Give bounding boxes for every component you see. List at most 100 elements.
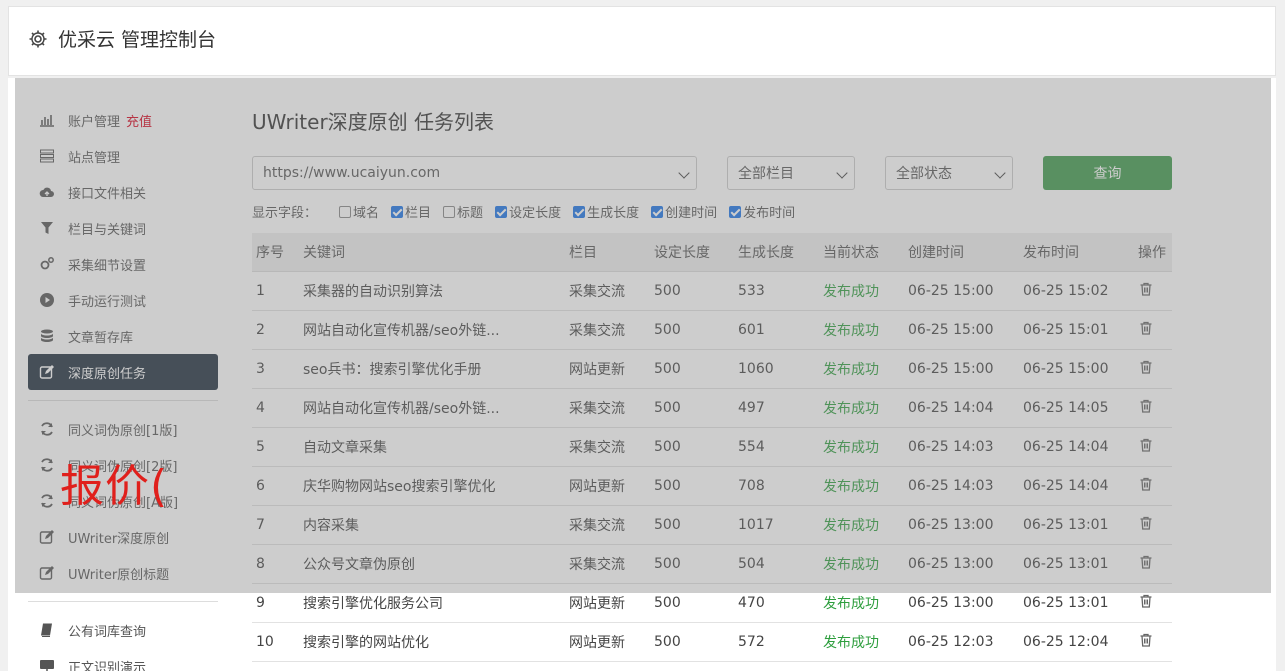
trash-icon[interactable]: [1138, 398, 1154, 414]
filter-icon: [39, 220, 55, 236]
field-checkbox[interactable]: 标题: [443, 202, 483, 221]
table-cell: 06-25 15:01: [1019, 310, 1134, 350]
checkbox-unchecked-icon: [443, 205, 456, 218]
table-row: 7 内容采集 采集交流 500 1017 发布成功 06-25 13:00 06-25 13:…: [252, 505, 1172, 545]
table-cell: 06-25 14:05: [1019, 388, 1134, 428]
sidebar-item[interactable]: 文章暂存库: [28, 318, 218, 354]
refresh-icon: [39, 421, 55, 437]
trash-icon[interactable]: [1138, 554, 1154, 570]
trash-icon[interactable]: [1138, 476, 1154, 492]
table-cell: 7: [252, 505, 299, 545]
table-row: 6 庆华购物网站seo搜索引擎优化 网站更新 500 708 发布成功 06-25 14:0…: [252, 466, 1172, 506]
table-cell: 06-25 15:00: [904, 349, 1019, 389]
table-cell: 发布成功: [819, 310, 904, 350]
field-checkbox-label: 创建时间: [665, 206, 718, 221]
field-checkbox[interactable]: 创建时间: [651, 202, 717, 221]
sidebar-item[interactable]: 站点管理: [28, 138, 218, 174]
table-cell: 4: [252, 388, 299, 428]
status-select[interactable]: 全部状态: [885, 156, 1013, 190]
checkbox-unchecked-icon: [339, 205, 352, 218]
column-header: 发布时间: [1019, 233, 1134, 272]
table-cell: 2: [252, 310, 299, 350]
table-cell: 06-25 14:03: [904, 427, 1019, 467]
sidebar-item-label: 账户管理: [68, 114, 121, 130]
trash-icon[interactable]: [1138, 632, 1154, 648]
table-cell: 内容采集: [299, 505, 565, 545]
column-header: 生成长度: [734, 233, 819, 272]
action-cell: [1134, 271, 1172, 311]
table-cell: 1: [252, 271, 299, 311]
sidebar-divider: [28, 601, 218, 602]
edit-icon: [39, 364, 55, 380]
table-cell: 采集交流: [565, 427, 650, 467]
sidebar-item[interactable]: 深度原创任务: [28, 354, 218, 390]
table-cell: 500: [650, 622, 734, 662]
sidebar-item[interactable]: 采集细节设置: [28, 246, 218, 282]
trash-icon[interactable]: [1138, 437, 1154, 453]
table-cell: 06-25 13:00: [904, 505, 1019, 545]
checkbox-checked-icon: [651, 205, 664, 218]
table-cell: 500: [650, 505, 734, 545]
sidebar-item-label: 栏目与关键词: [68, 222, 147, 238]
site-select[interactable]: https://www.ucaiyun.com: [252, 156, 697, 190]
page-title: UWriter深度原创 任务列表: [252, 110, 495, 134]
table-cell: 06-25 13:01: [1019, 505, 1134, 545]
table-cell: 500: [650, 310, 734, 350]
sidebar-item[interactable]: 正文识别演示: [28, 648, 218, 671]
trash-icon[interactable]: [1138, 281, 1154, 297]
sidebar-item[interactable]: 同义词伪原创[1版]: [28, 411, 218, 447]
table-cell: 500: [650, 544, 734, 584]
field-checkbox[interactable]: 栏目: [391, 202, 431, 221]
table-cell: 采集交流: [565, 271, 650, 311]
table-cell: 10: [252, 622, 299, 662]
column-header: 关键词: [299, 233, 565, 272]
sidebar-item[interactable]: UWriter原创标题: [28, 555, 218, 591]
table-cell: 1060: [734, 349, 819, 389]
trash-icon[interactable]: [1138, 593, 1154, 609]
action-cell: [1134, 388, 1172, 428]
trash-icon[interactable]: [1138, 359, 1154, 375]
table-cell: 网站更新: [565, 622, 650, 662]
recharge-link[interactable]: 充值: [126, 111, 152, 130]
cloud-upload-icon: [39, 184, 55, 200]
column-header: 栏目: [565, 233, 650, 272]
table-cell: 06-25 15:00: [904, 310, 1019, 350]
sidebar-item-label: UWriter原创标题: [68, 567, 170, 583]
filter-bar: https://www.ucaiyun.com 全部栏目 全部状态 查询: [252, 156, 1172, 190]
table-cell: 搜索引擎的网站优化: [299, 622, 565, 662]
sidebar-item[interactable]: 账户管理 充值: [28, 102, 218, 138]
field-checkbox[interactable]: 域名: [339, 202, 379, 221]
field-checkbox-label: 生成长度: [587, 206, 640, 221]
sidebar-item-label: 手动运行测试: [68, 294, 147, 310]
table-cell: 06-25 15:02: [1019, 271, 1134, 311]
action-cell: [1134, 349, 1172, 389]
table-cell: 708: [734, 466, 819, 506]
sidebar-item[interactable]: 公有词库查询: [28, 612, 218, 648]
column-select[interactable]: 全部栏目: [727, 156, 855, 190]
checkbox-checked-icon: [729, 205, 742, 218]
table-row: 1 采集器的自动识别算法 采集交流 500 533 发布成功 06-25 15:00 06-2…: [252, 271, 1172, 311]
table-cell: 发布成功: [819, 427, 904, 467]
table-cell: 06-25 14:03: [904, 466, 1019, 506]
field-checkbox[interactable]: 发布时间: [729, 202, 795, 221]
chevron-down-icon: [678, 167, 690, 179]
checkbox-checked-icon: [391, 205, 404, 218]
query-button[interactable]: 查询: [1043, 156, 1172, 190]
display-fields: 显示字段： 域名 栏目 标题 设定长度 生成长度 创建时间 发布时间: [252, 202, 807, 221]
table-cell: 06-25 12:04: [1019, 622, 1134, 662]
table-cell: 500: [650, 466, 734, 506]
sidebar-item[interactable]: 栏目与关键词: [28, 210, 218, 246]
sidebar-item[interactable]: 接口文件相关: [28, 174, 218, 210]
field-checkbox[interactable]: 生成长度: [573, 202, 639, 221]
sidebar-item[interactable]: UWriter深度原创: [28, 519, 218, 555]
trash-icon[interactable]: [1138, 320, 1154, 336]
field-checkbox[interactable]: 设定长度: [495, 202, 561, 221]
table-cell: 采集交流: [565, 544, 650, 584]
table-cell: 采集交流: [565, 505, 650, 545]
table-cell: 504: [734, 544, 819, 584]
trash-icon[interactable]: [1138, 515, 1154, 531]
sidebar-item[interactable]: 手动运行测试: [28, 282, 218, 318]
field-checkbox-label: 标题: [457, 206, 484, 221]
checkbox-checked-icon: [573, 205, 586, 218]
field-checkbox-label: 栏目: [405, 206, 432, 221]
